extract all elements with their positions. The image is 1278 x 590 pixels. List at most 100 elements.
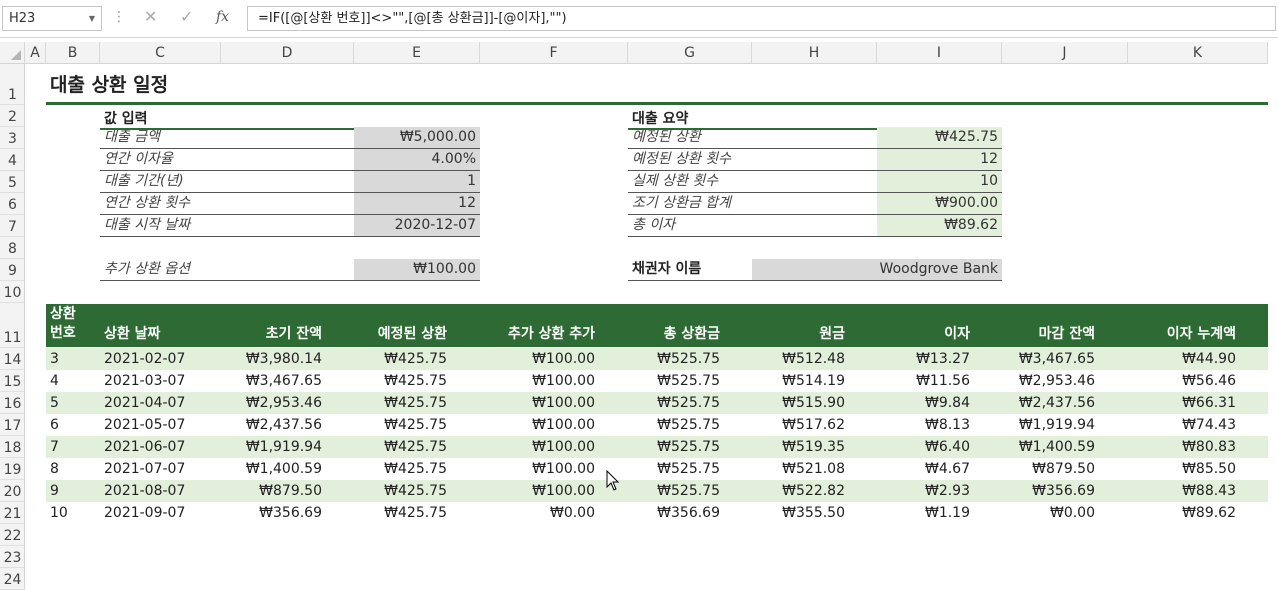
row-header-1[interactable]: 1 (0, 64, 25, 105)
table-cell[interactable]: ₩44.90 (1182, 348, 1236, 370)
input-value[interactable]: ₩5,000.00 (354, 127, 480, 149)
table-cell[interactable]: ₩3,467.65 (246, 370, 322, 392)
column-header-d[interactable]: D (221, 42, 354, 64)
table-cell[interactable]: ₩88.43 (1182, 480, 1236, 502)
table-cell[interactable]: 2021-07-07 (104, 458, 185, 480)
row-header-4[interactable]: 4 (0, 149, 25, 171)
row-header-24[interactable]: 24 (0, 568, 25, 590)
table-cell[interactable]: ₩525.75 (657, 370, 720, 392)
table-cell[interactable]: 2021-09-07 (104, 502, 185, 524)
table-cell[interactable]: ₩2,953.46 (1019, 370, 1095, 392)
table-header-cell[interactable]: 추가 상환 추가 (508, 323, 595, 343)
input-value[interactable]: 12 (354, 193, 480, 215)
table-cell[interactable]: ₩13.27 (916, 348, 970, 370)
table-cell[interactable]: ₩425.75 (384, 436, 447, 458)
table-cell[interactable]: ₩100.00 (532, 436, 595, 458)
table-cell[interactable]: ₩3,467.65 (1019, 348, 1095, 370)
table-header-cell[interactable]: 이자 누계액 (1167, 323, 1236, 343)
chevron-down-icon[interactable]: ▼ (89, 7, 95, 30)
table-cell[interactable]: ₩522.82 (782, 480, 845, 502)
table-cell[interactable]: 9 (50, 480, 59, 502)
table-cell[interactable]: ₩4.67 (925, 458, 970, 480)
table-cell[interactable]: 2021-06-07 (104, 436, 185, 458)
row-header-16[interactable]: 16 (0, 392, 25, 414)
table-cell[interactable]: ₩356.69 (1032, 480, 1095, 502)
row-header-23[interactable]: 23 (0, 546, 25, 568)
row-header-9[interactable]: 9 (0, 259, 25, 281)
column-header-j[interactable]: J (1002, 42, 1128, 64)
table-cell[interactable]: ₩515.90 (782, 392, 845, 414)
column-header-e[interactable]: E (354, 42, 480, 64)
table-cell[interactable]: ₩2,437.56 (1019, 392, 1095, 414)
table-cell[interactable]: ₩425.75 (384, 348, 447, 370)
table-cell[interactable]: ₩100.00 (532, 458, 595, 480)
table-cell[interactable]: ₩525.75 (657, 480, 720, 502)
table-cell[interactable]: ₩1,400.59 (246, 458, 322, 480)
table-cell[interactable]: ₩2,953.46 (246, 392, 322, 414)
table-cell[interactable]: ₩519.35 (782, 436, 845, 458)
table-header-cell[interactable]: 예정된 상환 (378, 323, 447, 343)
insert-function-icon[interactable]: fx (216, 9, 229, 25)
table-cell[interactable]: ₩425.75 (384, 458, 447, 480)
table-cell[interactable]: ₩0.00 (1050, 502, 1095, 524)
column-header-b[interactable]: B (46, 42, 100, 64)
table-cell[interactable]: ₩11.56 (916, 370, 970, 392)
table-cell[interactable]: ₩100.00 (532, 414, 595, 436)
input-value[interactable]: 4.00% (354, 149, 480, 171)
table-cell[interactable]: ₩85.50 (1182, 458, 1236, 480)
table-cell[interactable]: ₩525.75 (657, 458, 720, 480)
table-cell[interactable]: ₩2.93 (925, 480, 970, 502)
row-header-2[interactable]: 2 (0, 105, 25, 127)
row-header-20[interactable]: 20 (0, 480, 25, 502)
table-cell[interactable]: 2021-02-07 (104, 348, 185, 370)
table-cell[interactable]: ₩66.31 (1182, 392, 1236, 414)
table-cell[interactable]: ₩100.00 (532, 480, 595, 502)
table-cell[interactable]: ₩525.75 (657, 392, 720, 414)
column-header-h[interactable]: H (752, 42, 877, 64)
row-header-5[interactable]: 5 (0, 171, 25, 193)
row-header-6[interactable]: 6 (0, 193, 25, 215)
table-cell[interactable]: ₩1,400.59 (1019, 436, 1095, 458)
table-cell[interactable]: 10 (50, 502, 68, 524)
row-header-14[interactable]: 14 (0, 348, 25, 370)
input-value[interactable]: 2020-12-07 (354, 215, 480, 237)
table-cell[interactable]: ₩879.50 (1032, 458, 1095, 480)
table-cell[interactable]: ₩89.62 (1182, 502, 1236, 524)
table-cell[interactable]: ₩521.08 (782, 458, 845, 480)
table-header-cell[interactable]: 초기 잔액 (266, 323, 322, 343)
row-header-11[interactable]: 11 (0, 303, 25, 348)
row-header-22[interactable]: 22 (0, 524, 25, 546)
table-cell[interactable]: 4 (50, 370, 59, 392)
row-header-7[interactable]: 7 (0, 215, 25, 237)
table-header-cell[interactable]: 상환 번호 (50, 305, 76, 343)
row-header-21[interactable]: 21 (0, 502, 25, 524)
table-cell[interactable]: ₩425.75 (384, 480, 447, 502)
select-all-corner[interactable] (0, 42, 25, 64)
formula-input[interactable]: =IF([@[상환 번호]]<>"",[@[총 상환금]]-[@이자],"") (247, 6, 1276, 31)
table-cell[interactable]: 2021-03-07 (104, 370, 185, 392)
table-cell[interactable]: ₩0.00 (550, 502, 595, 524)
table-cell[interactable]: ₩517.62 (782, 414, 845, 436)
row-header-19[interactable]: 19 (0, 458, 25, 480)
column-header-g[interactable]: G (628, 42, 752, 64)
table-cell[interactable]: ₩74.43 (1182, 414, 1236, 436)
column-header-c[interactable]: C (100, 42, 221, 64)
table-cell[interactable]: ₩6.40 (925, 436, 970, 458)
table-cell[interactable]: 2021-04-07 (104, 392, 185, 414)
row-header-8[interactable]: 8 (0, 237, 25, 259)
table-cell[interactable]: ₩514.19 (782, 370, 845, 392)
table-cell[interactable]: ₩425.75 (384, 370, 447, 392)
table-cell[interactable]: ₩56.46 (1182, 370, 1236, 392)
table-cell[interactable]: 3 (50, 348, 59, 370)
confirm-icon[interactable]: ✓ (180, 7, 193, 26)
table-header-cell[interactable]: 원금 (819, 323, 845, 343)
column-header-k[interactable]: K (1128, 42, 1268, 64)
table-cell[interactable]: 2021-08-07 (104, 480, 185, 502)
row-header-15[interactable]: 15 (0, 370, 25, 392)
cancel-icon[interactable]: ✕ (144, 7, 157, 26)
table-header-cell[interactable]: 마감 잔액 (1039, 323, 1095, 343)
table-cell[interactable]: ₩1,919.94 (1019, 414, 1095, 436)
table-cell[interactable]: ₩525.75 (657, 414, 720, 436)
column-header-a[interactable]: A (25, 42, 46, 64)
table-cell[interactable]: ₩100.00 (532, 392, 595, 414)
